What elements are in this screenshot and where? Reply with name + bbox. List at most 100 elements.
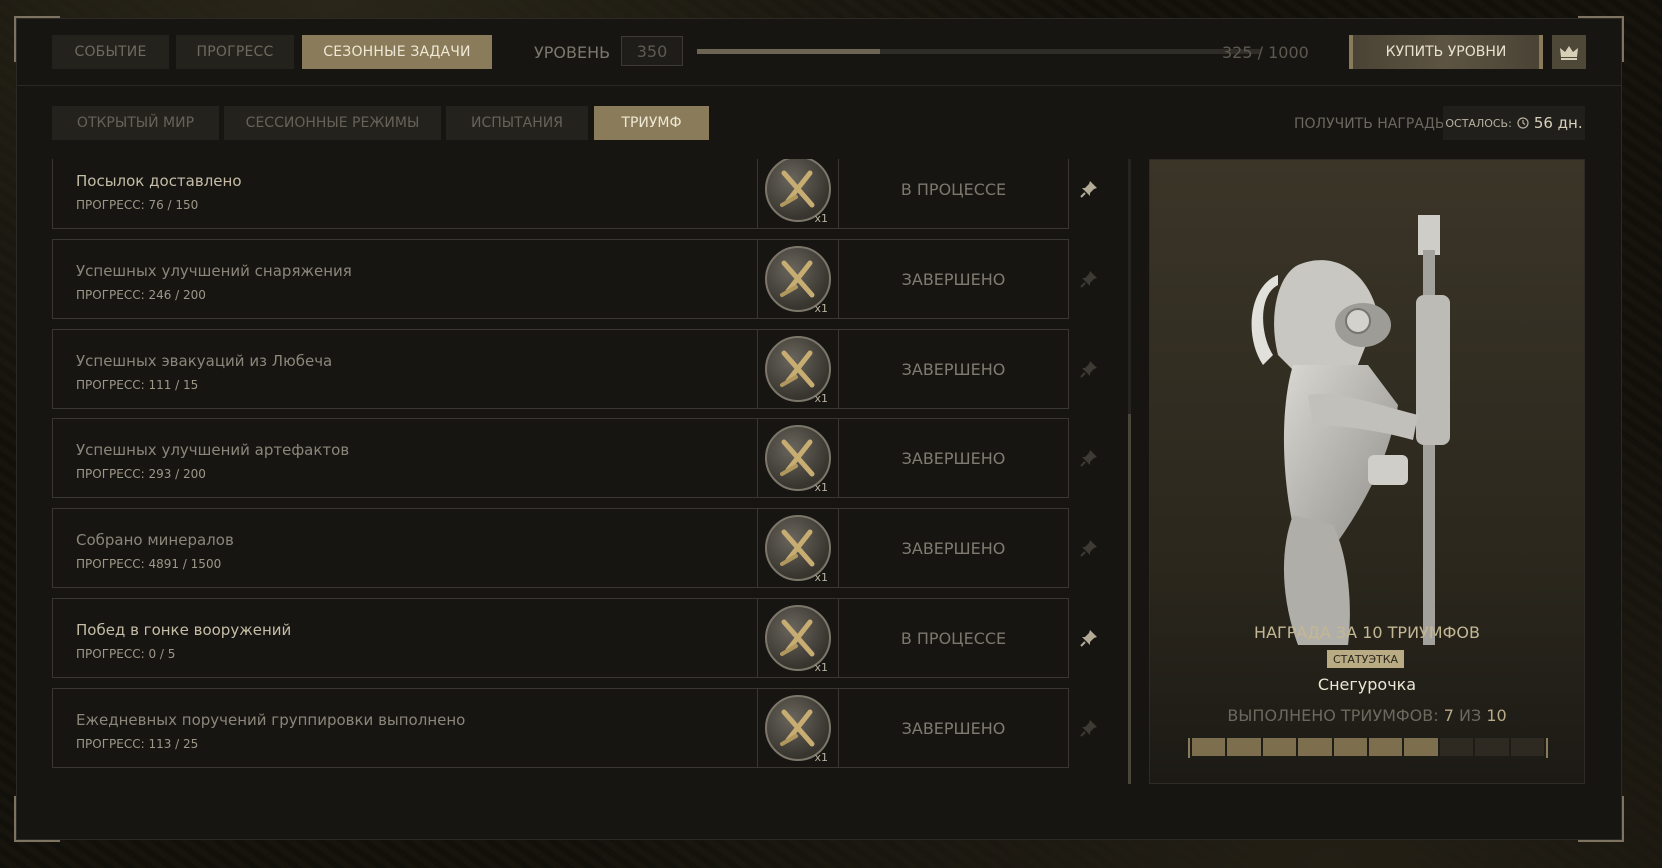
task-info: Ежедневных поручений группировки выполне… (53, 689, 757, 767)
task-status: ЗАВЕРШЕНО (901, 448, 1006, 468)
subtab-trials[interactable]: ИСПЫТАНИЯ (446, 106, 588, 140)
task-info: Побед в гонке вооружений ПРОГРЕСС: 0 / 5 (53, 599, 757, 677)
triumph-segment (1192, 738, 1226, 756)
pin-icon[interactable] (1078, 537, 1100, 559)
reward-multiplier: x1 (814, 302, 828, 315)
level-label: УРОВЕНЬ (534, 43, 611, 62)
task-title: Ежедневных поручений группировки выполне… (76, 711, 466, 729)
crossed-tools-icon (780, 260, 815, 298)
reward-multiplier: x1 (814, 661, 828, 674)
pin-icon[interactable] (1078, 717, 1100, 739)
task-progress: ПРОГРЕСС: 76 / 150 (76, 198, 199, 212)
task-list[interactable]: Посылок доставлено ПРОГРЕСС: 76 / 150 x1… (52, 159, 1112, 784)
reward-multiplier: x1 (814, 392, 828, 405)
triumph-segment (1298, 738, 1332, 756)
task-title: Успешных улучшений снаряжения (76, 262, 352, 280)
crossed-tools-icon (780, 350, 815, 388)
tab-event[interactable]: СОБЫТИЕ (52, 35, 169, 69)
task-info: Успешных улучшений снаряжения ПРОГРЕСС: … (53, 240, 757, 318)
buy-levels-button[interactable]: КУПИТЬ УРОВНИ (1349, 35, 1543, 69)
remaining-value: 56 дн. (1533, 114, 1583, 132)
task-status: В ПРОЦЕССЕ (900, 179, 1007, 199)
task-title: Побед в гонке вооружений (76, 621, 292, 639)
triumph-segment (1439, 738, 1474, 756)
task-info: Успешных улучшений артефактов ПРОГРЕСС: … (53, 419, 757, 497)
task-row[interactable]: Успешных улучшений артефактов ПРОГРЕСС: … (52, 418, 1069, 498)
task-reward[interactable]: x1 (757, 599, 839, 677)
subtab-triumph[interactable]: ТРИУМФ (594, 106, 709, 140)
crossed-tools-icon (780, 439, 815, 477)
task-title: Собрано минералов (76, 531, 234, 549)
task-row[interactable]: Успешных эвакуаций из Любеча ПРОГРЕСС: 1… (52, 329, 1069, 409)
task-reward[interactable]: x1 (757, 419, 839, 497)
task-reward[interactable]: x1 (757, 509, 839, 587)
task-row[interactable]: Посылок доставлено ПРОГРЕСС: 76 / 150 x1… (52, 159, 1069, 229)
pin-icon[interactable] (1078, 268, 1100, 290)
triumph-segment (1333, 738, 1368, 756)
tab-seasonal-tasks[interactable]: СЕЗОННЫЕ ЗАДАЧИ (302, 35, 492, 69)
triumph-segment (1369, 738, 1403, 756)
task-status: В ПРОЦЕССЕ (900, 628, 1007, 648)
task-progress: ПРОГРЕСС: 4891 / 1500 (76, 557, 222, 571)
top-separator (16, 85, 1622, 86)
triumphs-total-count: 10 (1486, 706, 1507, 725)
reward-multiplier: x1 (814, 212, 828, 225)
task-row[interactable]: Побед в гонке вооружений ПРОГРЕСС: 0 / 5… (52, 598, 1069, 678)
scrollbar-thumb[interactable] (1128, 414, 1131, 784)
task-status: ЗАВЕРШЕНО (901, 538, 1006, 558)
task-progress: ПРОГРЕСС: 113 / 25 (76, 737, 199, 751)
task-info: Собрано минералов ПРОГРЕСС: 4891 / 1500 (53, 509, 757, 587)
task-progress: ПРОГРЕСС: 0 / 5 (76, 647, 176, 661)
subtab-open-world[interactable]: ОТКРЫТЫЙ МИР (52, 106, 219, 140)
crown-button[interactable] (1552, 35, 1586, 69)
task-row[interactable]: Ежедневных поручений группировки выполне… (52, 688, 1069, 768)
task-reward[interactable]: x1 (757, 240, 839, 318)
pin-icon[interactable] (1078, 447, 1100, 469)
task-reward[interactable]: x1 (757, 689, 839, 767)
clock-icon (1517, 117, 1529, 129)
task-info: Успешных эвакуаций из Любеча ПРОГРЕСС: 1… (53, 330, 757, 408)
triumphs-completed: ВЫПОЛНЕНО ТРИУМФОВ: 7 ИЗ 10 (1150, 706, 1584, 725)
task-row[interactable]: Успешных улучшений снаряжения ПРОГРЕСС: … (52, 239, 1069, 319)
triumphs-completed-label: ВЫПОЛНЕНО ТРИУМФОВ: (1227, 706, 1439, 725)
crown-icon (1560, 46, 1578, 60)
triumph-segment (1404, 738, 1438, 756)
subtab-session-modes[interactable]: СЕССИОННЫЕ РЕЖИМЫ (224, 106, 441, 140)
triumph-progress-segments (1188, 738, 1548, 758)
crossed-tools-icon (780, 709, 815, 747)
task-title: Успешных эвакуаций из Любеча (76, 352, 333, 370)
reward-multiplier: x1 (814, 481, 828, 494)
time-remaining: ОСТАЛОСЬ: 56 дн. (1443, 106, 1585, 140)
reward-panel: НАГРАДА ЗА 10 ТРИУМФОВ СТАТУЭТКА Снегуро… (1149, 159, 1585, 784)
frame-corner (1578, 796, 1624, 842)
reward-type-badge: СТАТУЭТКА (1327, 650, 1405, 668)
xp-text: 325 / 1000 (1222, 43, 1309, 62)
reward-name: Снегурочка (1317, 675, 1417, 694)
task-progress: ПРОГРЕСС: 111 / 15 (76, 378, 199, 392)
remaining-label: ОСТАЛОСЬ: (1445, 116, 1512, 130)
triumph-segment (1227, 738, 1261, 756)
task-reward[interactable]: x1 (757, 330, 839, 408)
crossed-tools-icon (780, 529, 815, 567)
xp-progress-fill (697, 49, 881, 54)
task-row[interactable]: Собрано минералов ПРОГРЕСС: 4891 / 1500 … (52, 508, 1069, 588)
task-status: ЗАВЕРШЕНО (901, 718, 1006, 738)
level-value: 350 (621, 36, 683, 66)
get-rewards-button[interactable]: ПОЛУЧИТЬ НАГРАДЫ (1294, 116, 1447, 132)
statue-figurine-image (1251, 215, 1450, 645)
pin-icon[interactable] (1078, 178, 1100, 200)
pin-icon[interactable] (1078, 627, 1100, 649)
triumph-segment (1262, 738, 1297, 756)
task-progress: ПРОГРЕСС: 246 / 200 (76, 288, 206, 302)
crossed-tools-icon (780, 170, 815, 208)
crossed-tools-icon (780, 619, 815, 657)
triumph-segment (1510, 738, 1545, 756)
top-bar: СОБЫТИЕ ПРОГРЕСС СЕЗОННЫЕ ЗАДАЧИ УРОВЕНЬ… (16, 35, 1622, 86)
task-reward[interactable]: x1 (757, 159, 839, 228)
xp-progress-bar (697, 49, 1261, 54)
scrollbar[interactable] (1128, 159, 1131, 784)
reward-title: НАГРАДА ЗА 10 ТРИУМФОВ (1254, 623, 1480, 642)
task-status: ЗАВЕРШЕНО (901, 269, 1006, 289)
pin-icon[interactable] (1078, 358, 1100, 380)
tab-progress[interactable]: ПРОГРЕСС (176, 35, 294, 69)
